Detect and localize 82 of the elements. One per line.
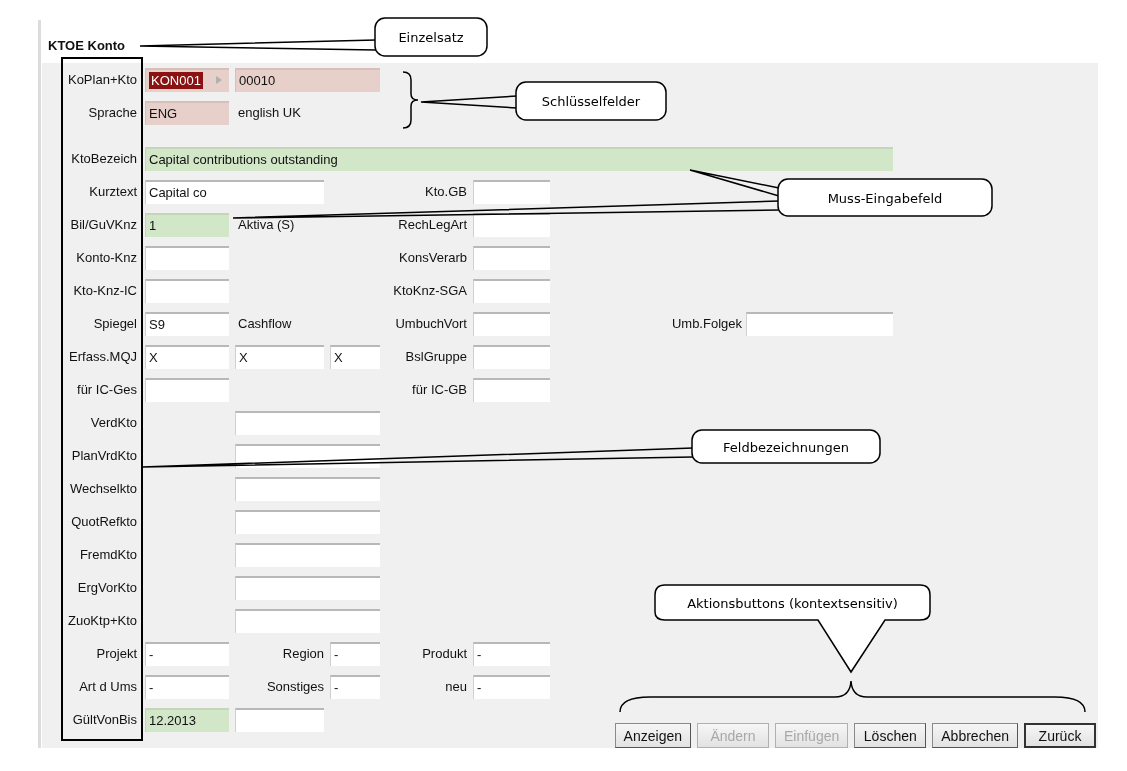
- field-label: BslGruppe: [405, 349, 468, 364]
- input-field[interactable]: 12.2013: [145, 707, 229, 732]
- form-title: KTOE Konto: [48, 37, 126, 55]
- field-label: KonsVerarb: [399, 250, 468, 265]
- field-label: neu: [445, 679, 468, 694]
- field-label: KtoBezeich: [71, 151, 138, 166]
- input-field[interactable]: [145, 278, 229, 303]
- input-field[interactable]: KON001: [145, 67, 229, 92]
- field-label: Umb.Folgek: [671, 316, 743, 331]
- input-field[interactable]: -: [330, 641, 380, 666]
- field-label: FremdKto: [79, 547, 138, 562]
- input-field[interactable]: [235, 542, 380, 567]
- description-text: Cashflow: [237, 316, 292, 331]
- input-field[interactable]: [235, 410, 380, 435]
- field-label: QuotRefkto: [71, 514, 138, 529]
- input-field[interactable]: S9: [145, 311, 229, 336]
- field-label: Produkt: [422, 646, 468, 661]
- input-field[interactable]: [473, 344, 550, 369]
- callout-bubble: Feldbezeichnungen: [691, 429, 881, 464]
- field-label: für IC-GB: [412, 382, 468, 397]
- field-label: Kto.GB: [425, 184, 468, 199]
- field-label: Projekt: [96, 646, 138, 661]
- field-label: Kurztext: [89, 184, 138, 199]
- field-label: Kto-Knz-IC: [73, 283, 138, 298]
- input-field[interactable]: -: [473, 641, 550, 666]
- callout-bubble: Schlüsselfelder: [515, 81, 667, 121]
- input-field[interactable]: [473, 377, 550, 402]
- input-field[interactable]: Capital co: [145, 179, 324, 204]
- input-field[interactable]: Capital contributions outstanding: [145, 146, 893, 171]
- field-label: VerdKto: [90, 415, 138, 430]
- input-field[interactable]: [473, 212, 550, 237]
- field-label: ZuoKtp+Kto: [67, 613, 138, 628]
- input-field[interactable]: X: [145, 344, 229, 369]
- input-field[interactable]: [145, 377, 229, 402]
- action-button[interactable]: Anzeigen: [614, 723, 691, 748]
- field-label: Bil/GuVKnz: [70, 217, 138, 232]
- field-label: KoPlan+Kto: [67, 72, 138, 87]
- field-label: PlanVrdKto: [71, 448, 138, 463]
- input-field[interactable]: [235, 707, 324, 732]
- callout-bubble: Muss-Eingabefeld: [777, 178, 993, 217]
- input-field[interactable]: [145, 245, 229, 270]
- action-button[interactable]: Zurück: [1024, 723, 1096, 748]
- dropdown-arrow-icon[interactable]: [215, 74, 223, 85]
- input-field[interactable]: [473, 245, 550, 270]
- input-field[interactable]: [473, 278, 550, 303]
- input-field[interactable]: -: [473, 674, 550, 699]
- action-button[interactable]: Abbrechen: [932, 723, 1018, 748]
- input-field[interactable]: [235, 575, 380, 600]
- input-field[interactable]: [235, 476, 380, 501]
- callout-bubble: Aktionsbuttons (kontextsensitiv): [654, 584, 931, 673]
- input-field[interactable]: -: [145, 674, 229, 699]
- field-label: ErgVorKto: [77, 580, 138, 595]
- field-label: Konto-Knz: [76, 250, 138, 265]
- input-field[interactable]: [473, 179, 550, 204]
- input-field[interactable]: X: [330, 344, 380, 369]
- input-field[interactable]: [473, 311, 550, 336]
- field-label: Spiegel: [93, 316, 138, 331]
- action-button[interactable]: Löschen: [854, 723, 927, 748]
- field-label: Sonstiges: [266, 679, 325, 694]
- field-label: Art d Ums: [79, 679, 138, 694]
- field-label: Region: [282, 646, 325, 661]
- input-field[interactable]: [235, 509, 380, 534]
- input-field[interactable]: 1: [145, 212, 229, 237]
- field-label: KtoKnz-SGA: [393, 283, 468, 298]
- field-label: für IC-Ges: [77, 382, 138, 397]
- input-field[interactable]: X: [235, 344, 324, 369]
- callout-bubble: Einzelsatz: [374, 17, 488, 57]
- curly-brace: [402, 71, 419, 129]
- field-label: RechLegArt: [398, 217, 468, 232]
- field-label: Sprache: [88, 105, 138, 120]
- input-field[interactable]: -: [330, 674, 380, 699]
- field-label: Wechselkto: [70, 481, 138, 496]
- input-field[interactable]: -: [145, 641, 229, 666]
- description-text: Aktiva (S): [237, 217, 295, 232]
- input-field[interactable]: [235, 608, 380, 633]
- input-field[interactable]: [746, 311, 893, 336]
- field-label: Erfass.MQJ: [69, 349, 138, 364]
- field-label: GültVonBis: [72, 712, 138, 727]
- input-field[interactable]: ENG: [145, 100, 229, 125]
- description-text: english UK: [237, 105, 301, 120]
- field-label: UmbuchVort: [395, 316, 468, 331]
- input-field[interactable]: 00010: [235, 67, 380, 92]
